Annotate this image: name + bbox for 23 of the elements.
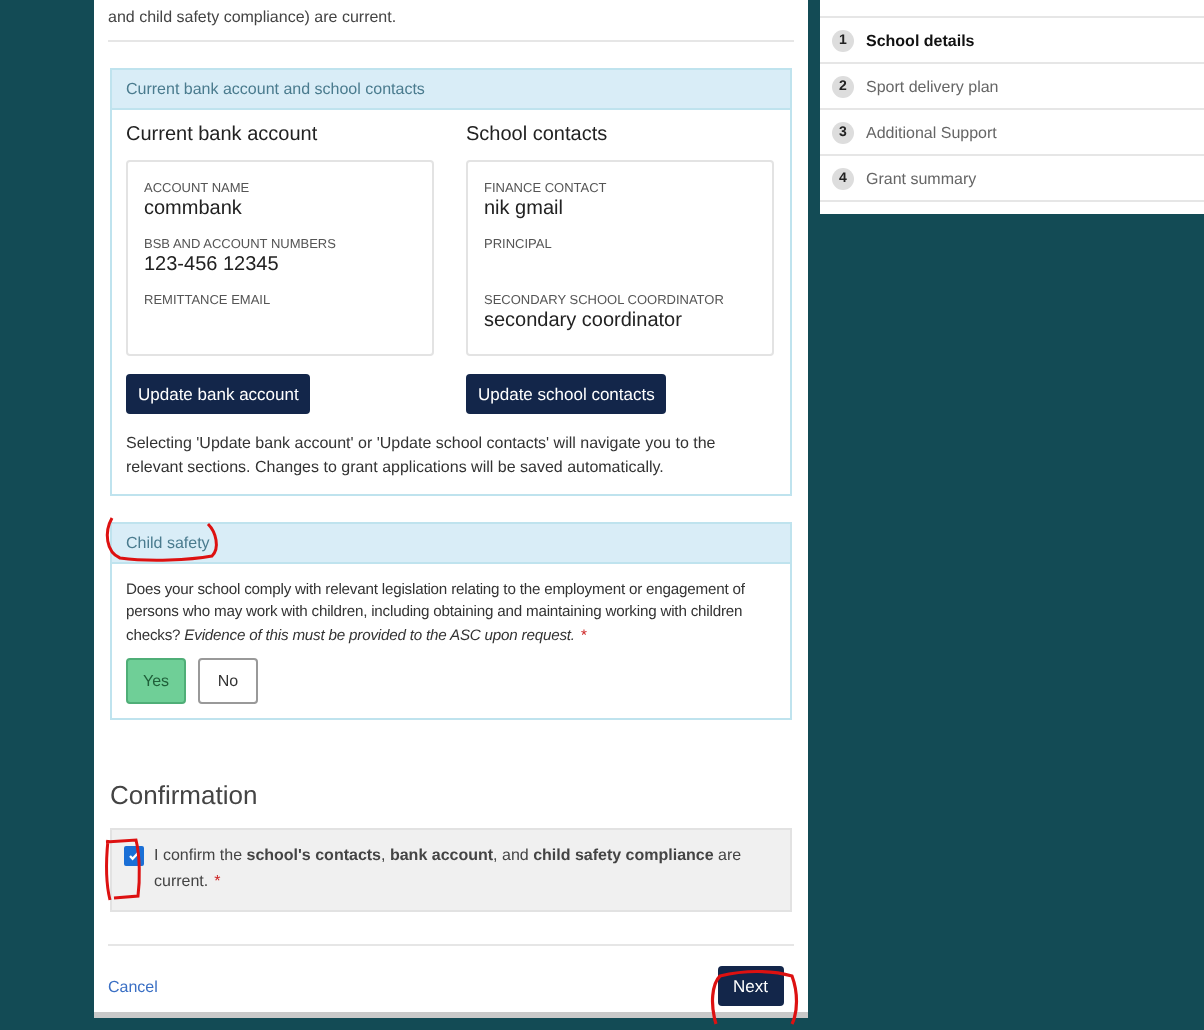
card-header: Child safety: [112, 524, 790, 564]
section-heading: Confirmation: [110, 780, 260, 811]
step-item[interactable]: Sport delivery plan: [866, 77, 999, 95]
field-value: nik gmail: [484, 198, 565, 220]
cancel-link[interactable]: Cancel: [108, 977, 158, 995]
confirm-text: I confirm the school's contacts, bank account, and child safety compliance are current. *: [154, 844, 744, 894]
next-button[interactable]: Next: [717, 966, 784, 1006]
field-value: 123-456 12345: [144, 254, 281, 276]
step-item[interactable]: Additional Support: [866, 123, 997, 141]
update-button[interactable]: Update bank account: [126, 374, 311, 414]
option-button[interactable]: Yes: [126, 658, 186, 705]
update-button[interactable]: Update school contacts: [466, 374, 667, 414]
intro-text: and child safety compliance) are current.: [108, 0, 794, 42]
note-text: Selecting 'Update bank account' or 'Update school contacts' will navigate you to the relevant sections. Changes to grant applications will be saved automatically.: [126, 432, 718, 480]
option-button[interactable]: No: [198, 658, 258, 705]
card-header: Current bank account and school contacts: [112, 70, 790, 110]
field-value: secondary coordinator: [484, 310, 684, 332]
column-heading: School contacts: [466, 124, 610, 146]
step-item[interactable]: Grant summary: [866, 169, 977, 187]
field-value: commbank: [144, 198, 244, 220]
check-icon: [128, 850, 140, 863]
column-heading: Current bank account: [126, 124, 320, 146]
step-item[interactable]: School details: [866, 31, 975, 49]
